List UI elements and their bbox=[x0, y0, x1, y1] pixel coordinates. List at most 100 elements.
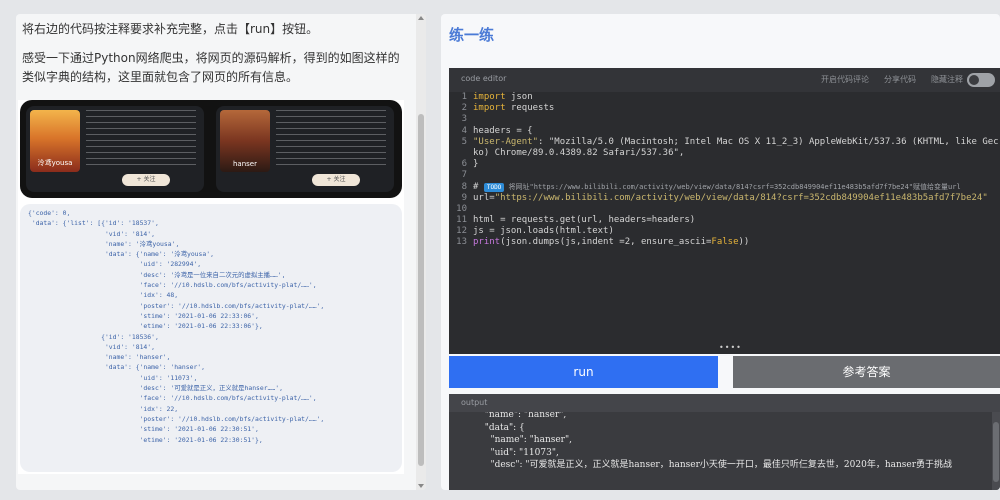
json-line: 'vid': '814', bbox=[28, 342, 155, 351]
streamer-card-2: hanser + 关注 bbox=[216, 106, 394, 192]
json-line: 'desc': '泠鸢是一位来自二次元的虚拟主播……', bbox=[28, 270, 286, 279]
todo-comment: 将网址"https://www.bilibili.com/activity/we… bbox=[504, 182, 961, 191]
code-content: html = requests.get(url, headers=headers… bbox=[473, 215, 696, 226]
code-content: js = json.loads(html.text) bbox=[473, 226, 614, 237]
instruction-content: 将右边的代码按注释要求补充完整，点击【run】按钮。 感受一下通过Python网… bbox=[16, 14, 414, 490]
line-number: 11 bbox=[456, 215, 467, 226]
code-content: # TODO 将网址"https://www.bilibili.com/acti… bbox=[473, 181, 961, 192]
code-content: } bbox=[473, 159, 479, 170]
code-content: import json bbox=[473, 92, 533, 102]
streamer-avatar-2: hanser bbox=[220, 110, 270, 172]
code-line[interactable]: 13 print(json.dumps(js,indent =2, ensure_… bbox=[449, 237, 1000, 248]
output-line: "desc": "可爱就是正义，正义就是hanser，hanser小天使一开口，… bbox=[479, 460, 953, 470]
line-number: 8 bbox=[461, 181, 467, 192]
code-content: ko) Chrome/89.0.4389.82 Safari/537.36", bbox=[473, 147, 685, 158]
example-figure: 泠鸢yousa + 关注 hanser + 关注 {'code': 0, 'da… bbox=[18, 100, 404, 474]
code-content: "User-Agent": "Mozilla/5.0 (Macintosh; I… bbox=[473, 136, 999, 147]
code-line[interactable]: 10 bbox=[449, 204, 1000, 215]
json-line: {'code': 0, bbox=[28, 209, 71, 217]
line-number: 2 bbox=[461, 103, 467, 114]
code-text-area[interactable]: 1 import json 2 import requests 3 4 headers = … bbox=[449, 92, 1000, 348]
line-number: 1 bbox=[461, 92, 467, 102]
left-scrollbar[interactable] bbox=[416, 14, 426, 490]
code-line[interactable]: 2 import requests bbox=[449, 103, 1000, 114]
code-line[interactable]: 5 "User-Agent": "Mozilla/5.0 (Macintosh; … bbox=[449, 137, 1000, 148]
json-line: 'face': '//i0.hdslb.com/bfs/activity-pla… bbox=[28, 281, 317, 290]
output-body: "name": "hanser", "data": { "name": "han… bbox=[449, 412, 989, 490]
json-line: 'idx': 22, bbox=[28, 404, 179, 413]
code-line[interactable]: 12 js = json.loads(html.text) bbox=[449, 226, 1000, 237]
line-number: 3 bbox=[461, 114, 467, 125]
code-line[interactable]: 8 # TODO 将网址"https://www.bilibili.com/act… bbox=[449, 182, 1000, 193]
scroll-down-arrow-icon[interactable] bbox=[418, 484, 424, 488]
code-content: import requests bbox=[473, 103, 555, 114]
code-line[interactable]: 1 import json bbox=[449, 92, 1000, 103]
line-number: 12 bbox=[456, 226, 467, 237]
todo-tag: TODO bbox=[483, 182, 505, 192]
hide-comments-toggle[interactable] bbox=[967, 73, 995, 87]
output-scrollbar[interactable] bbox=[992, 412, 1000, 490]
editor-header: code editor 开启代码评论 分享代码 隐藏注释 bbox=[449, 68, 1000, 92]
editor-title: code editor bbox=[461, 74, 507, 83]
output-line: "name": "hanser", bbox=[479, 435, 572, 445]
json-line: 'name': '泠鸢yousa', bbox=[28, 239, 180, 248]
code-line[interactable]: 11 html = requests.get(url, headers=heade… bbox=[449, 215, 1000, 226]
code-line[interactable]: 4 headers = { bbox=[449, 126, 1000, 137]
code-content: print(json.dumps(js,indent =2, ensure_as… bbox=[473, 237, 750, 248]
code-line[interactable]: 3 bbox=[449, 114, 1000, 125]
line-number: 9 bbox=[461, 192, 467, 203]
json-structure-image: {'code': 0, 'data': {'list': [{'id': '18… bbox=[20, 204, 402, 472]
instruction-paragraph-1: 将右边的代码按注释要求补充完整，点击【run】按钮。 bbox=[22, 22, 319, 36]
code-line[interactable]: 7 bbox=[449, 170, 1000, 181]
json-line: 'poster': '//i0.hdslb.com/bfs/activity-p… bbox=[28, 301, 325, 310]
json-line: 'desc': '可爱就是正义，正义就是hanser……', bbox=[28, 384, 283, 393]
instruction-text: 将右边的代码按注释要求补充完整，点击【run】按钮。 感受一下通过Python网… bbox=[22, 20, 408, 87]
streamer-name-2: hanser bbox=[233, 160, 257, 168]
json-line: 'idx': 48, bbox=[28, 291, 179, 300]
scroll-up-arrow-icon[interactable] bbox=[418, 16, 424, 20]
toggle-knob bbox=[969, 75, 979, 85]
code-line[interactable]: 6} bbox=[449, 159, 1000, 170]
json-text: {'code': 0, 'data': {'list': [{'id': '18… bbox=[28, 208, 394, 445]
code-content: url="https://www.bilibili.com/activity/w… bbox=[473, 192, 988, 203]
run-button[interactable]: run bbox=[449, 356, 718, 388]
line-number: 6 bbox=[461, 159, 467, 170]
streamer-desc-1 bbox=[86, 110, 196, 168]
json-line: 'name': 'hanser', bbox=[28, 353, 171, 362]
hide-comments-label: 隐藏注释 bbox=[931, 75, 963, 84]
output-line: "uid": "11073", bbox=[479, 447, 559, 458]
instruction-panel: 将右边的代码按注释要求补充完整，点击【run】按钮。 感受一下通过Python网… bbox=[16, 14, 426, 490]
left-scrollbar-thumb[interactable] bbox=[418, 114, 424, 466]
line-number: 7 bbox=[461, 170, 467, 181]
instruction-paragraph-2: 感受一下通过Python网络爬虫，将网页的源码解析，得到的如图这样的类似字典的结… bbox=[22, 51, 400, 84]
output-line: "data": { bbox=[479, 422, 525, 433]
line-number: 10 bbox=[456, 203, 467, 214]
output-line: "name": "hanser", bbox=[479, 412, 567, 420]
resize-handle[interactable]: •••• bbox=[719, 343, 742, 352]
line-number: 13 bbox=[456, 237, 467, 248]
enable-comments-button[interactable]: 开启代码评论 bbox=[821, 74, 869, 85]
follow-button-1: + 关注 bbox=[122, 174, 170, 186]
streamer-name-1: 泠鸢yousa bbox=[37, 159, 73, 167]
json-line: 'uid': '11073', bbox=[28, 373, 198, 382]
json-line: {'id': '18536', bbox=[28, 332, 159, 341]
code-editor: code editor 开启代码评论 分享代码 隐藏注释 1 import jso… bbox=[449, 68, 1000, 354]
follow-button-2: + 关注 bbox=[312, 174, 360, 186]
json-line: 'vid': '814', bbox=[28, 229, 155, 238]
code-line[interactable]: 9 url="https://www.bilibili.com/activity/… bbox=[449, 193, 1000, 204]
streamer-card-1: 泠鸢yousa + 关注 bbox=[26, 106, 204, 192]
json-line: 'data': {'name': '泠鸢yousa', bbox=[28, 250, 214, 259]
practice-title: 练一练 bbox=[449, 26, 495, 44]
share-code-button[interactable]: 分享代码 bbox=[884, 74, 916, 85]
output-header: output bbox=[449, 394, 1000, 412]
code-line[interactable]: ko) Chrome/89.0.4389.82 Safari/537.36", bbox=[449, 148, 1000, 159]
json-line: 'face': '//i0.hdslb.com/bfs/activity-pla… bbox=[28, 394, 317, 403]
line-number: 4 bbox=[461, 125, 467, 136]
output-panel: output "name": "hanser", "data": { "name… bbox=[449, 394, 1000, 490]
streamer-desc-2 bbox=[276, 110, 386, 168]
streamer-avatar-1: 泠鸢yousa bbox=[30, 110, 80, 172]
line-number: 5 bbox=[461, 136, 467, 147]
json-line: 'data': {'name': 'hanser', bbox=[28, 363, 205, 372]
output-scrollbar-thumb[interactable] bbox=[993, 422, 999, 482]
reference-answer-button[interactable]: 参考答案 bbox=[733, 356, 1000, 388]
